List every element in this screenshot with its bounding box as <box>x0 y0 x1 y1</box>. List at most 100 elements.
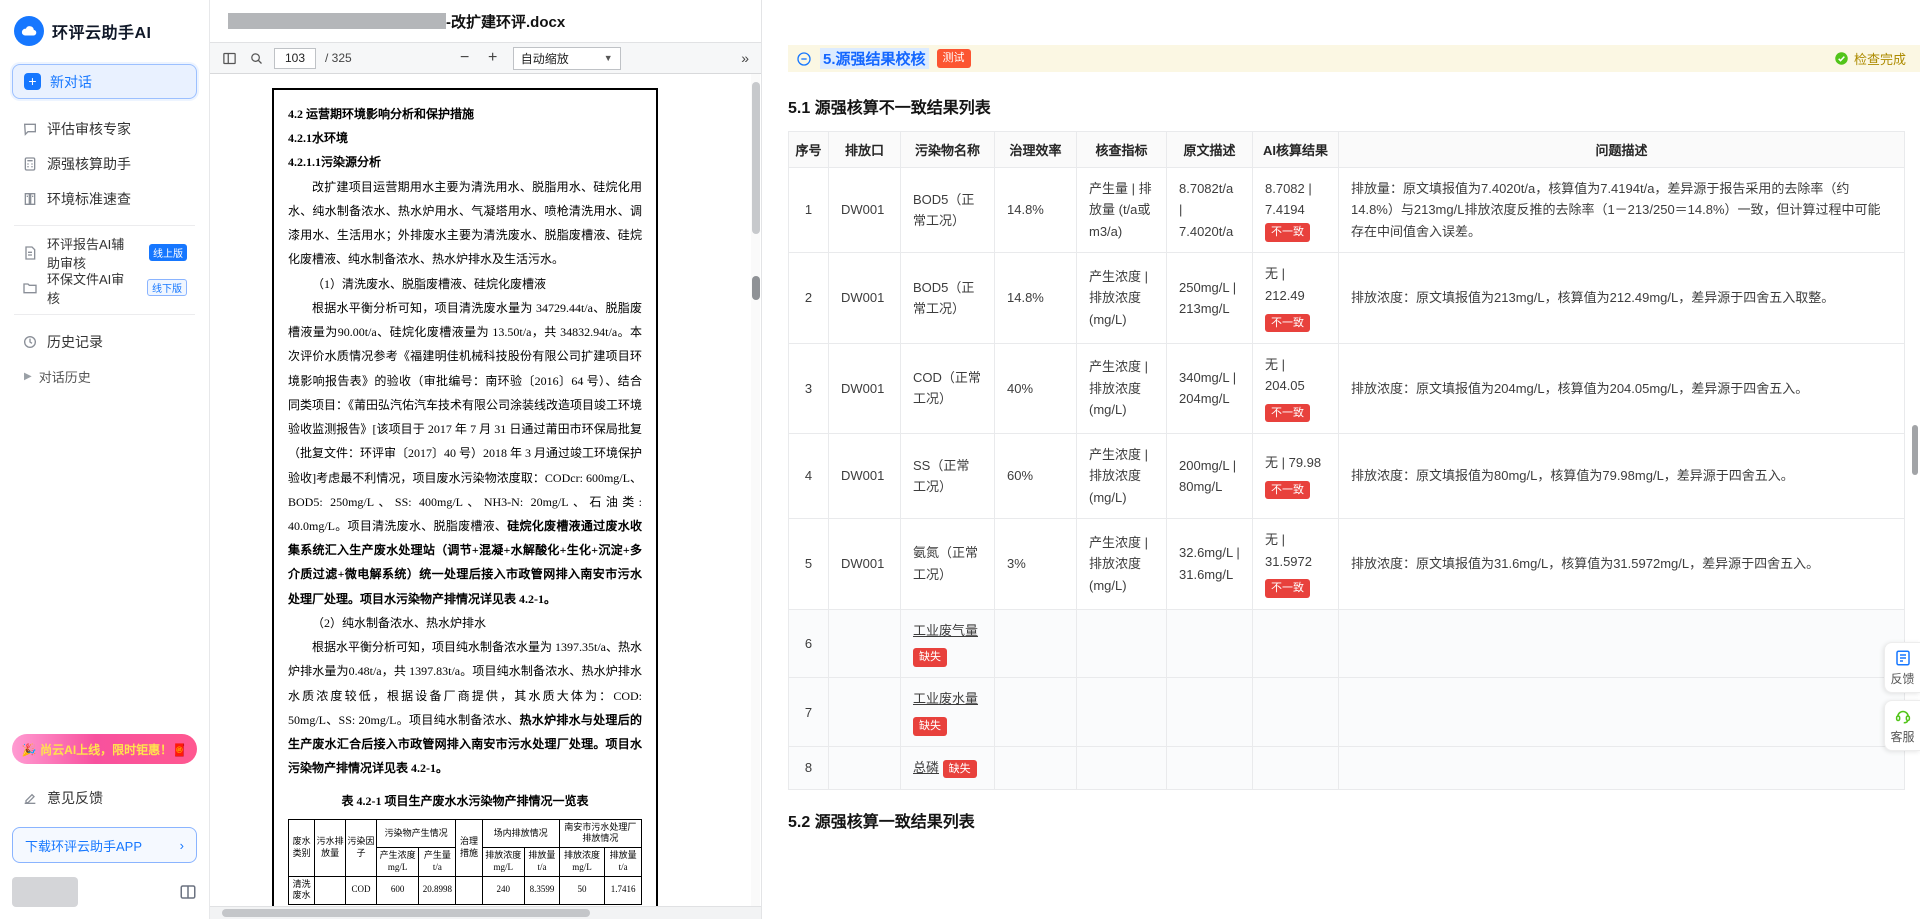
ai-value: 无 | 212.49 <box>1265 266 1305 302</box>
cell-pollutant: COD（正常工况） <box>901 343 995 433</box>
cell-indicator: 产生浓度 | 排放浓度 (mg/L) <box>1077 519 1167 609</box>
horizontal-scrollbar-thumb[interactable] <box>222 909 590 917</box>
chat-history-toggle[interactable]: ▶ 对话历史 <box>12 359 197 394</box>
folder-icon <box>22 280 38 296</box>
table-row-missing: 7 工业废水量 缺失 <box>789 678 1905 747</box>
new-chat-label: 新对话 <box>50 72 92 92</box>
zoom-mode-select[interactable]: 自动缩放 ▼ <box>513 47 621 70</box>
download-app-label: 下载环评云助手APP <box>25 836 142 855</box>
page-number-input[interactable] <box>274 48 316 69</box>
vertical-scrollbar-thumb[interactable] <box>752 82 760 234</box>
table-row: 4 DW001 SS（正常工况） 60% 产生浓度 | 排放浓度 (mg/L) … <box>789 433 1905 518</box>
search-icon[interactable] <box>247 49 265 67</box>
document-header: -改扩建环评.docx <box>210 0 761 42</box>
results-scrollbar-thumb[interactable] <box>1912 425 1918 475</box>
cell-ai-result: 无 | 79.98 不一致 <box>1253 433 1339 518</box>
cell-outlet: DW001 <box>829 343 901 433</box>
doc-th: 产生浓度 mg/L <box>376 848 419 876</box>
customer-service-float-button[interactable]: 客服 <box>1884 700 1920 751</box>
doc-table: 废水类别 污水排放量 污染因子 污染物产生情况 治理措施 场内排放情况 南安市污… <box>288 819 642 905</box>
collapse-icon[interactable] <box>796 51 812 67</box>
cell-original: 32.6mg/L | 31.6mg/L <box>1167 519 1253 609</box>
new-chat-button[interactable]: + 新对话 <box>12 64 197 99</box>
cell-empty <box>1253 609 1339 678</box>
col-header: 排放口 <box>829 132 901 168</box>
document-canvas[interactable]: 4.2 运营期环境影响分析和保护措施 4.2.1水环境 4.2.1.1污染源分析… <box>210 74 761 906</box>
customer-service-float-label: 客服 <box>1890 728 1914 745</box>
doc-th: 排放量 t/a <box>605 848 642 876</box>
plus-icon: + <box>24 73 41 90</box>
chat-icon <box>22 121 38 137</box>
headset-icon <box>1894 707 1912 725</box>
doc-th: 排放量 t/a <box>525 848 560 876</box>
chevron-down-icon: ▼ <box>604 53 613 63</box>
document-toolbar: / 325 − + 自动缩放 ▼ » <box>210 42 761 74</box>
sidebar-item-review-expert[interactable]: 评估审核专家 <box>12 111 197 146</box>
cell-empty <box>995 678 1077 747</box>
col-header: 原文描述 <box>1167 132 1253 168</box>
cell-ai-result: 无 | 31.5972 不一致 <box>1253 519 1339 609</box>
cell-outlet: DW001 <box>829 433 901 518</box>
cell-efficiency: 14.8% <box>995 168 1077 253</box>
panel-toggle-icon[interactable] <box>179 883 197 901</box>
doc-paragraph: （1）清洗废水、脱脂废槽液、硅烷化废槽液 <box>288 272 642 296</box>
calculator-icon <box>22 156 38 172</box>
sidebar-item-feedback[interactable]: 意见反馈 <box>12 780 197 815</box>
horizontal-scrollbar[interactable] <box>210 906 761 919</box>
sidebar-item-report-ai-review[interactable]: 环评报告AI辅助审核 线上版 <box>12 235 197 270</box>
feedback-float-label: 反馈 <box>1890 670 1914 687</box>
cell-indicator: 产生浓度 | 排放浓度 (mg/L) <box>1077 253 1167 343</box>
results-section-header: 5.源强结果校核 测试 检查完成 <box>788 45 1920 72</box>
zoom-out-button[interactable]: − <box>457 50 473 66</box>
vertical-scrollbar-thumb[interactable] <box>752 276 760 300</box>
cell-empty <box>1339 747 1905 789</box>
sidebar-divider <box>14 314 195 315</box>
check-circle-icon <box>1834 51 1849 66</box>
cell-efficiency: 60% <box>995 433 1077 518</box>
double-chevron-icon[interactable]: » <box>741 50 751 66</box>
sidebar-item-label: 环评报告AI辅助审核 <box>47 234 136 272</box>
doc-td: 1.7416 <box>605 876 642 904</box>
download-app-button[interactable]: 下载环评云助手APP › <box>12 827 197 863</box>
cell-original: 250mg/L | 213mg/L <box>1167 253 1253 343</box>
cell-empty <box>1167 747 1253 789</box>
document-viewer: -改扩建环评.docx / 325 − + 自动缩放 ▼ » 4.2 运营期环境… <box>210 0 762 919</box>
cell-efficiency: 3% <box>995 519 1077 609</box>
doc-th: 污水排放量 <box>315 819 346 876</box>
cell-empty <box>1077 609 1167 678</box>
promo-banner[interactable]: 🎉 尚云AI上线，限时钜惠！🧧 <box>12 734 197 764</box>
results-title: 5.源强结果校核 <box>820 48 929 69</box>
check-status: 检查完成 <box>1834 49 1906 68</box>
doc-td: 240 <box>482 876 525 904</box>
cell-index: 4 <box>789 433 829 518</box>
doc-paragraph-text: 根据水平衡分析可知，项目清洗废水量为 34729.44t/a、脱脂废槽液量为90… <box>288 301 642 533</box>
cell-empty <box>1253 678 1339 747</box>
doc-heading-2: 4.2.1水环境 <box>288 126 642 150</box>
thumbnails-icon[interactable] <box>220 49 238 67</box>
table-row-missing: 8 总磷 缺失 <box>789 747 1905 789</box>
ai-value: 无 | 31.5972 <box>1265 532 1312 568</box>
cell-pollutant: SS（正常工况） <box>901 433 995 518</box>
floating-buttons: 反馈 客服 <box>1884 642 1920 751</box>
app-logo: 环评云助手AI <box>12 14 197 64</box>
doc-td: 8.3599 <box>525 876 560 904</box>
check-status-label: 检查完成 <box>1854 49 1906 68</box>
doc-th: 污染因子 <box>346 819 377 876</box>
cell-empty <box>1339 609 1905 678</box>
cell-ai-result: 无 | 204.05 不一致 <box>1253 343 1339 433</box>
missing-item-name: 总磷 <box>913 760 939 775</box>
sidebar-item-file-ai-review[interactable]: 环保文件AI审核 线下版 <box>12 270 197 305</box>
sidebar-item-standards[interactable]: 环境标准速查 <box>12 181 197 216</box>
redacted-filename-block <box>228 13 446 29</box>
cell-pollutant: BOD5（正常工况） <box>901 168 995 253</box>
cell-empty <box>995 609 1077 678</box>
cell-empty <box>1167 609 1253 678</box>
sidebar-item-history[interactable]: 历史记录 <box>12 324 197 359</box>
missing-badge: 缺失 <box>913 648 947 667</box>
doc-td: 清洗废水 <box>289 876 315 904</box>
sidebar-item-source-calc[interactable]: 源强核算助手 <box>12 146 197 181</box>
feedback-float-button[interactable]: 反馈 <box>1884 642 1920 693</box>
zoom-in-button[interactable]: + <box>485 50 501 66</box>
cell-index: 6 <box>789 609 829 678</box>
doc-td: 20.8998 <box>419 876 456 904</box>
